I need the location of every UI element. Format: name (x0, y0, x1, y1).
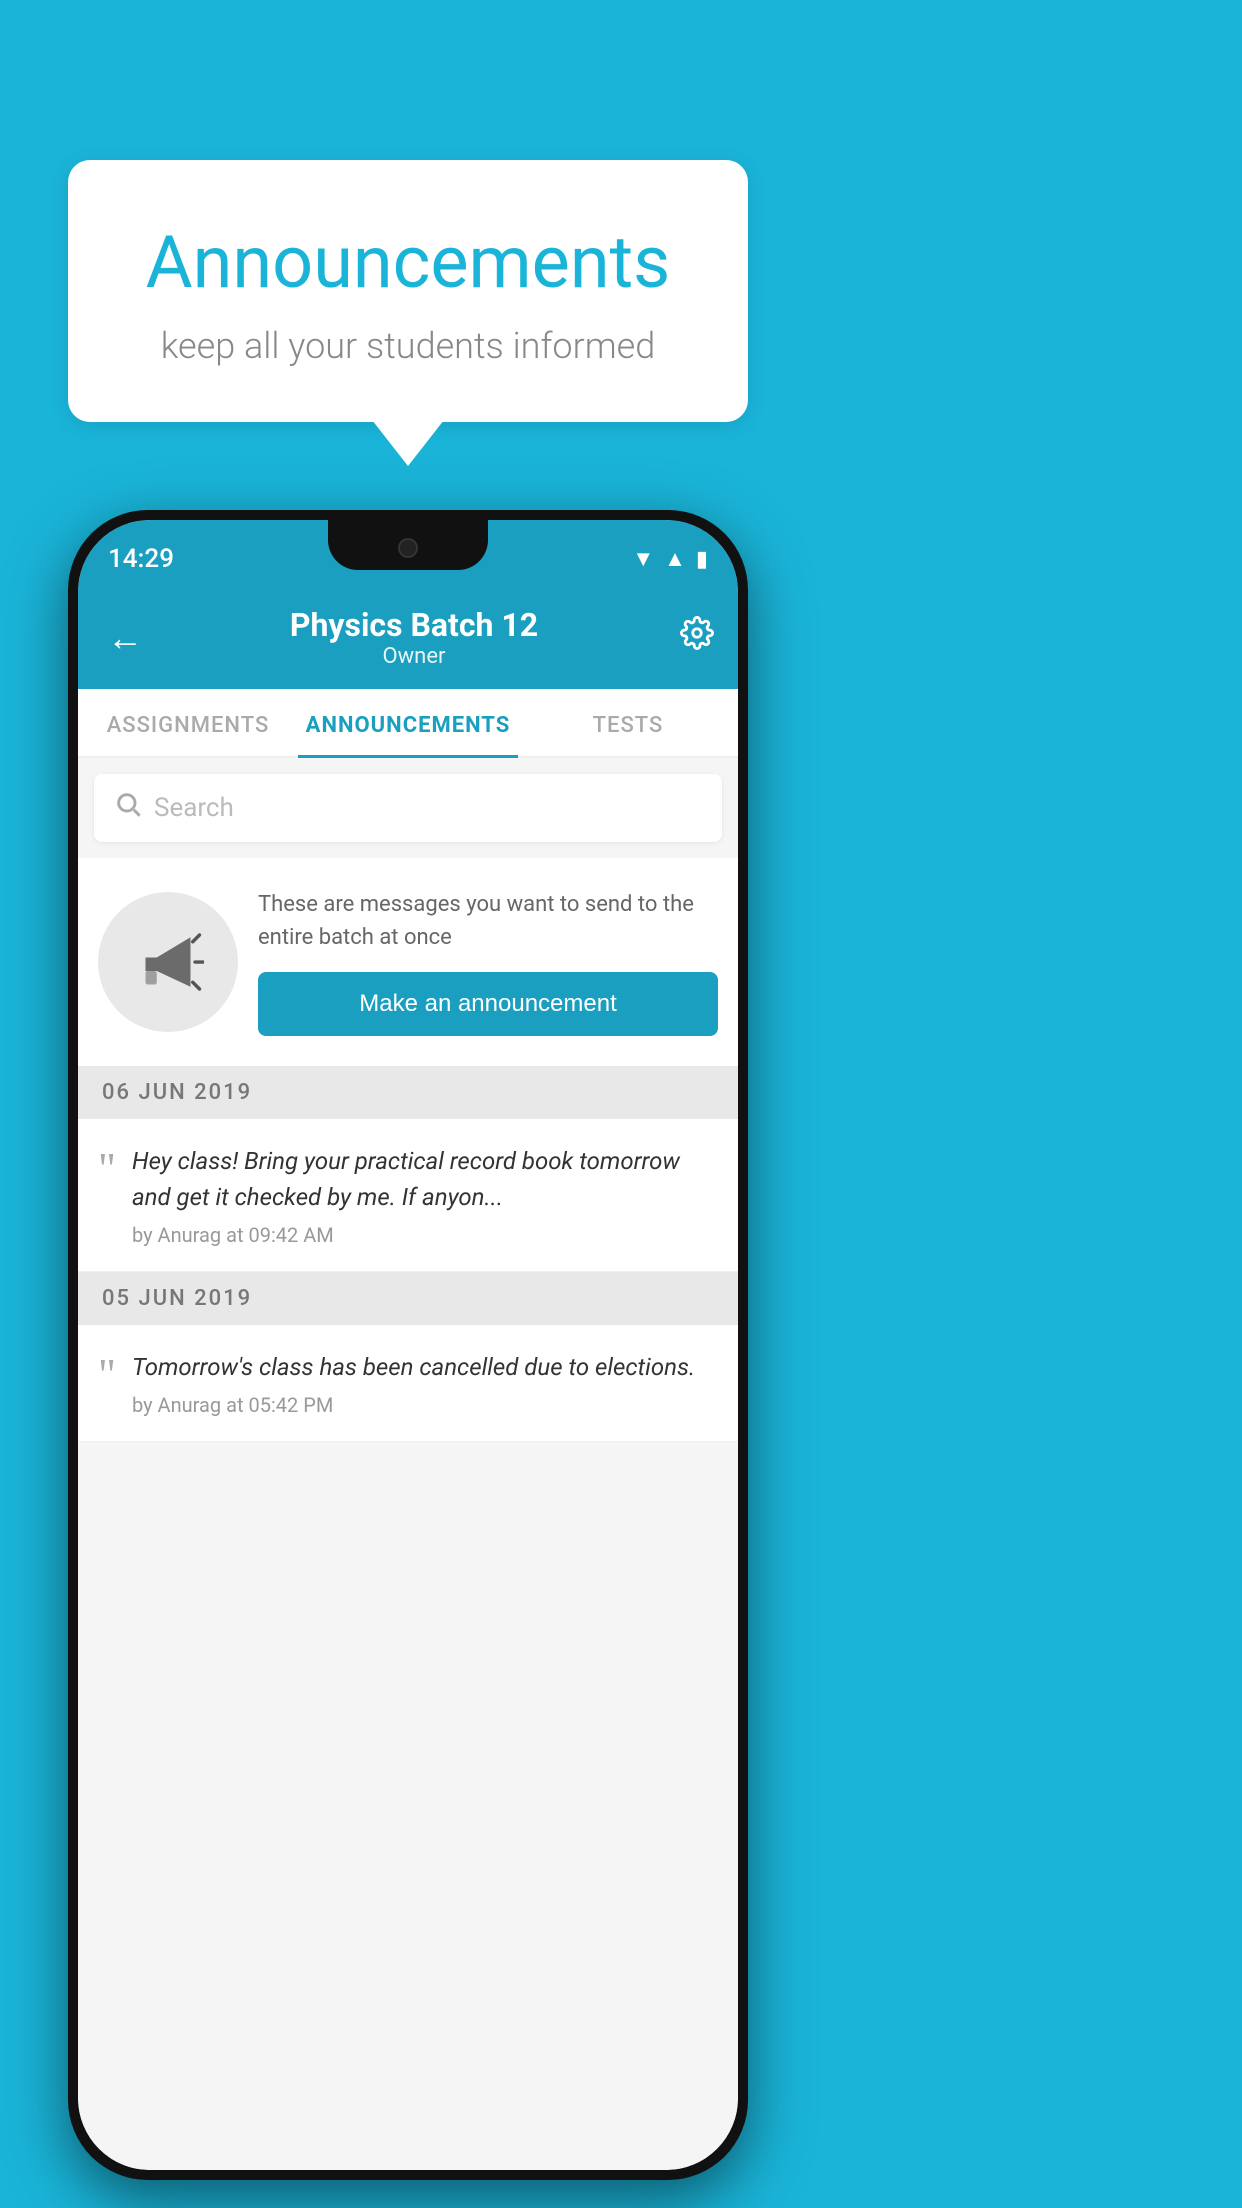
announcement-text-2: Tomorrow's class has been cancelled due … (132, 1349, 718, 1385)
phone-inner: 14:29 ▼ ▲ ▮ ← Physics Batch 12 Owner (78, 520, 738, 2170)
phone-frame: 14:29 ▼ ▲ ▮ ← Physics Batch 12 Owner (68, 510, 748, 2180)
back-button[interactable]: ← (102, 612, 148, 664)
bubble-title: Announcements (118, 220, 698, 305)
app-header: ← Physics Batch 12 Owner (78, 588, 738, 689)
main-content: Search (78, 758, 738, 2170)
tab-assignments[interactable]: ASSIGNMENTS (78, 689, 298, 756)
header-title-block: Physics Batch 12 Owner (148, 606, 680, 669)
quote-icon-2: " (98, 1353, 116, 1397)
announcement-content-2: Tomorrow's class has been cancelled due … (132, 1349, 718, 1417)
wifi-icon: ▼ (632, 546, 654, 572)
phone-screen-layout: 14:29 ▼ ▲ ▮ ← Physics Batch 12 Owner (78, 520, 738, 2170)
notch (328, 520, 488, 570)
bubble-subtitle: keep all your students informed (118, 325, 698, 367)
status-time: 14:29 (108, 544, 174, 574)
settings-button[interactable] (680, 616, 714, 659)
promo-block: These are messages you want to send to t… (78, 858, 738, 1066)
search-placeholder: Search (154, 793, 234, 823)
speech-bubble-container: Announcements keep all your students inf… (68, 160, 748, 422)
screen: 14:29 ▼ ▲ ▮ ← Physics Batch 12 Owner (78, 520, 738, 2170)
speech-bubble: Announcements keep all your students inf… (68, 160, 748, 422)
tab-announcements[interactable]: ANNOUNCEMENTS (298, 689, 518, 756)
quote-icon-1: " (98, 1147, 116, 1191)
header-title: Physics Batch 12 (148, 606, 680, 644)
announcement-meta-1: by Anurag at 09:42 AM (132, 1223, 718, 1247)
tab-tests[interactable]: TESTS (518, 689, 738, 756)
date-separator-1: 06 JUN 2019 (78, 1066, 738, 1119)
status-icons: ▼ ▲ ▮ (632, 546, 708, 572)
search-bar[interactable]: Search (94, 774, 722, 842)
signal-icon: ▲ (664, 546, 686, 572)
battery-icon: ▮ (696, 547, 708, 572)
date-separator-2: 05 JUN 2019 (78, 1272, 738, 1325)
announcement-content-1: Hey class! Bring your practical record b… (132, 1143, 718, 1247)
make-announcement-button[interactable]: Make an announcement (258, 972, 718, 1036)
announcement-item-1[interactable]: " Hey class! Bring your practical record… (78, 1119, 738, 1272)
announcement-text-1: Hey class! Bring your practical record b… (132, 1143, 718, 1215)
announcement-meta-2: by Anurag at 05:42 PM (132, 1393, 718, 1417)
header-subtitle: Owner (148, 644, 680, 669)
announcement-item-2[interactable]: " Tomorrow's class has been cancelled du… (78, 1325, 738, 1442)
search-icon (114, 790, 142, 826)
megaphone-icon (132, 926, 204, 998)
front-camera (398, 538, 418, 558)
promo-text: These are messages you want to send to t… (258, 888, 718, 954)
tabs-bar: ASSIGNMENTS ANNOUNCEMENTS TESTS (78, 689, 738, 758)
promo-icon-circle (98, 892, 238, 1032)
promo-right: These are messages you want to send to t… (258, 888, 718, 1036)
